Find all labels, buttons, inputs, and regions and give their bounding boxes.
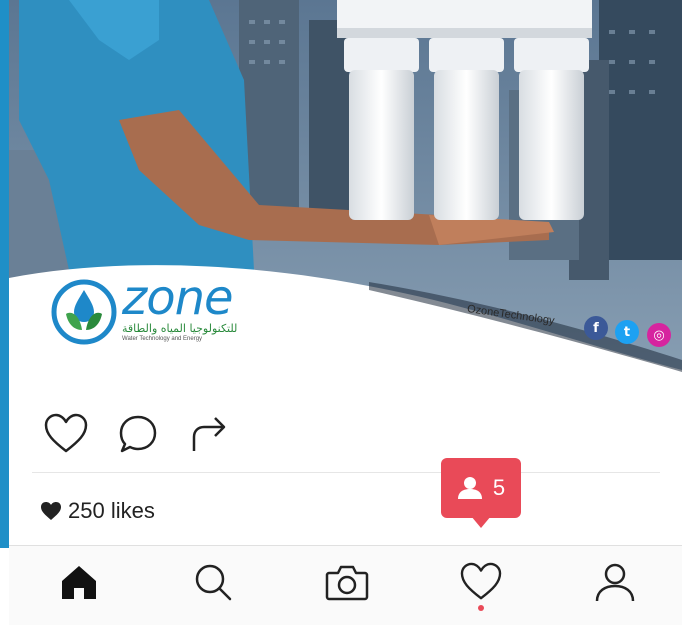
likes-count[interactable]: 250 likes xyxy=(40,498,155,524)
bottom-nav xyxy=(9,545,682,625)
heart-outline-icon[interactable] xyxy=(43,413,89,455)
heart-icon xyxy=(460,562,502,600)
brand-english-tagline: Water Technology and Energy xyxy=(122,336,203,342)
nav-profile[interactable] xyxy=(593,560,637,604)
divider xyxy=(32,472,660,473)
brand-arabic-tagline: للتكنولوجيا المياه والطاقة xyxy=(122,322,238,335)
instagram-icon: ◎ xyxy=(647,323,671,347)
nav-activity[interactable] xyxy=(459,560,503,604)
search-icon xyxy=(195,564,232,601)
notification-count: 5 xyxy=(492,475,506,500)
likes-text: 250 likes xyxy=(68,498,155,523)
notification-bubble[interactable]: 5 xyxy=(441,458,521,528)
home-icon xyxy=(62,566,96,599)
nav-camera[interactable] xyxy=(325,560,369,604)
camera-icon xyxy=(325,565,369,601)
notification-tail xyxy=(471,516,491,528)
comment-icon[interactable] xyxy=(117,413,159,455)
post-actions xyxy=(9,395,682,475)
brand-name: zone xyxy=(122,270,234,326)
activity-indicator-dot xyxy=(478,605,484,611)
left-accent-strip xyxy=(0,0,9,548)
ozone-drop-icon xyxy=(51,279,117,345)
facebook-icon: f xyxy=(584,316,608,340)
heart-filled-icon xyxy=(41,502,61,520)
profile-icon xyxy=(595,563,635,602)
nav-home[interactable] xyxy=(57,560,101,604)
user-icon xyxy=(457,477,482,499)
share-arrow-icon[interactable] xyxy=(189,413,229,455)
nav-search[interactable] xyxy=(191,560,235,604)
brand-logo: zone للتكنولوجيا المياه والطاقة Water Te… xyxy=(50,270,250,350)
twitter-icon: t xyxy=(615,320,639,344)
